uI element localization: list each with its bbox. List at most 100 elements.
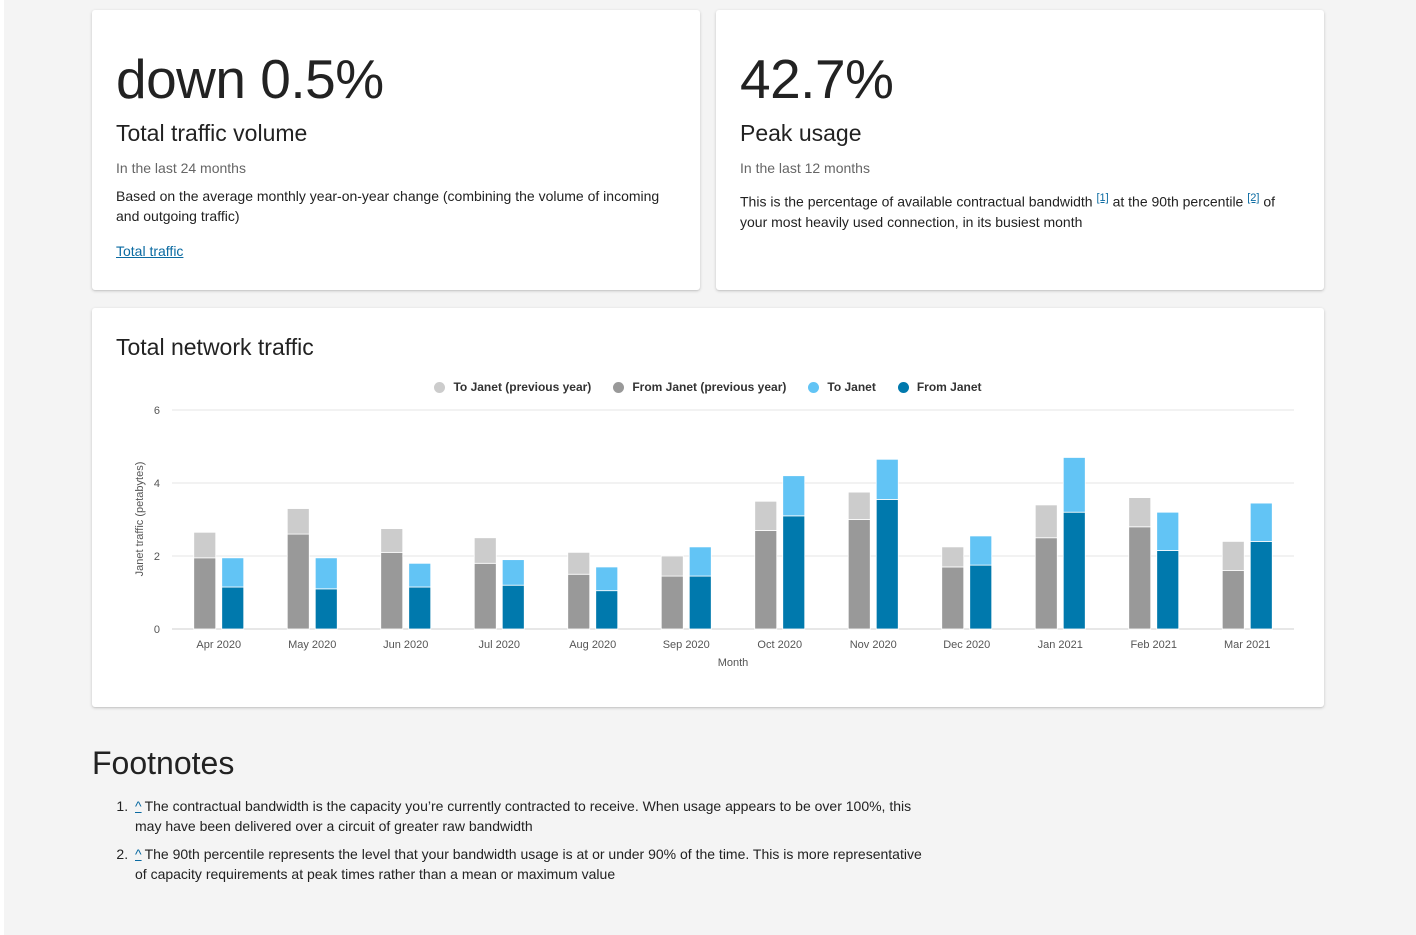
bar-segment (782, 515, 806, 630)
bar-segment (1249, 540, 1273, 630)
legend-swatch (897, 381, 909, 393)
chart-title: Total network traffic (116, 334, 314, 360)
bar-segment (1034, 537, 1058, 630)
bar-segment (941, 546, 965, 568)
peak-usage-value: 42.7% (740, 48, 894, 110)
footnote-item: ^The 90th percentile represents the leve… (132, 844, 932, 884)
traffic-volume-description: Based on the average monthly year-on-yea… (116, 188, 660, 224)
x-tick-label: Feb 2021 (1131, 639, 1177, 651)
bar-segment (660, 555, 684, 577)
bar-segment (969, 535, 993, 566)
peak-usage-title: Peak usage (740, 120, 862, 146)
footnote-item: ^The contractual bandwidth is the capaci… (132, 796, 932, 836)
footnote-backlink[interactable]: ^ (135, 798, 142, 814)
bar-segment (408, 586, 432, 630)
peak-desc-part1: This is the percentage of available cont… (740, 193, 1097, 210)
y-axis-label: Janet traffic (petabytes) (134, 462, 146, 577)
bar-segment (595, 566, 619, 592)
bar-segment (193, 531, 217, 559)
footnote-ref-1-link[interactable]: [1] (1096, 192, 1108, 204)
footnotes-title: Footnotes (92, 745, 235, 781)
footnote-ref-1: [1] (1096, 191, 1108, 204)
bar-segment (501, 584, 525, 630)
footnote-text: The 90th percentile represents the level… (135, 846, 922, 882)
bar-segment (567, 573, 591, 630)
bar-segment (473, 562, 497, 630)
x-tick-label: Jan 2021 (1038, 639, 1083, 651)
y-tick-label: 4 (154, 478, 160, 490)
peak-desc-part2: at the 90th percentile (1108, 193, 1248, 210)
bar-segment (660, 575, 684, 630)
peak-usage-description: This is the percentage of available cont… (740, 188, 1300, 232)
bar-segment (193, 557, 217, 630)
bar-segment (688, 575, 712, 630)
bar-segment (688, 546, 712, 577)
network-traffic-chart: 0 2 4 6 Janet traffic (petabytes) Month Apr 20… (134, 405, 1294, 669)
total-traffic-link[interactable]: Total traffic (116, 243, 183, 259)
bar-segment (1156, 550, 1180, 630)
bar-segment (969, 564, 993, 630)
bar-segment (501, 559, 525, 586)
x-tick-label: May 2020 (288, 639, 336, 651)
bar-segment (314, 557, 338, 590)
legend-swatch (434, 381, 446, 393)
footnotes-list: ^The contractual bandwidth is the capaci… (116, 796, 932, 892)
bar-segment (221, 557, 245, 588)
bar-segment (754, 500, 778, 531)
bar-segment (847, 491, 871, 520)
bar-segment (875, 499, 899, 630)
bar-segment (408, 562, 432, 588)
traffic-volume-period: In the last 24 months (116, 160, 246, 176)
traffic-volume-card: down 0.5% Total traffic volume In the la… (92, 10, 700, 290)
bar-segment (1249, 502, 1273, 542)
x-tick-label: Sep 2020 (663, 639, 710, 651)
chart-legend: To Janet (previous year) From Janet (prev… (92, 380, 1324, 394)
legend-label: From Janet (previous year) (632, 380, 787, 394)
bar-segment (1062, 511, 1086, 630)
footnote-backlink[interactable]: ^ (135, 846, 142, 862)
x-tick-label: Nov 2020 (850, 639, 897, 651)
y-tick-label: 6 (154, 405, 160, 417)
bar-segment (1156, 511, 1180, 551)
legend-swatch (613, 381, 625, 393)
bar-segment (754, 530, 778, 630)
x-tick-label: Jun 2020 (383, 639, 428, 651)
peak-usage-card: 42.7% Peak usage In the last 12 months T… (716, 10, 1324, 290)
legend-item[interactable]: From Janet (897, 380, 982, 394)
bar-segment (782, 475, 806, 517)
peak-usage-period: In the last 12 months (740, 160, 870, 176)
bar-segment (567, 551, 591, 575)
bar-segment (1128, 497, 1152, 528)
bar-segment (847, 519, 871, 630)
x-tick-label: Dec 2020 (943, 639, 990, 651)
x-tick-label: Oct 2020 (757, 639, 802, 651)
footnote-ref-2: [2] (1247, 191, 1259, 204)
bar-segment (875, 458, 899, 500)
network-traffic-card: 0 2 4 6 Janet traffic (petabytes) Month Apr 20… (92, 308, 1324, 707)
bar-segment (941, 566, 965, 630)
y-tick-label: 2 (154, 551, 160, 563)
bar-segment (1034, 504, 1058, 539)
bar-segment (286, 533, 310, 630)
legend-label: To Janet (previous year) (453, 380, 592, 394)
x-tick-label: Mar 2021 (1224, 639, 1270, 651)
x-tick-label: Apr 2020 (196, 639, 241, 651)
bar-segment (1062, 457, 1086, 513)
bar-segment (1221, 540, 1245, 571)
page: down 0.5% Total traffic volume In the la… (4, 0, 1416, 935)
legend-item[interactable]: To Janet (previous year) (434, 380, 591, 394)
traffic-volume-title: Total traffic volume (116, 120, 308, 146)
bar-segment (380, 551, 404, 630)
legend-item[interactable]: From Janet (previous year) (613, 380, 786, 394)
legend-item[interactable]: To Janet (808, 380, 876, 394)
x-axis-label: Month (718, 657, 749, 669)
y-tick-label: 0 (154, 624, 160, 636)
x-tick-label: Aug 2020 (569, 639, 616, 651)
traffic-volume-value: down 0.5% (116, 48, 384, 110)
footnote-text: The contractual bandwidth is the capacit… (135, 798, 912, 834)
bar-segment (314, 588, 338, 630)
bar-segment (1221, 570, 1245, 630)
bar-segment (1128, 526, 1152, 630)
footnote-ref-2-link[interactable]: [2] (1247, 192, 1259, 204)
bar-segment (286, 508, 310, 535)
